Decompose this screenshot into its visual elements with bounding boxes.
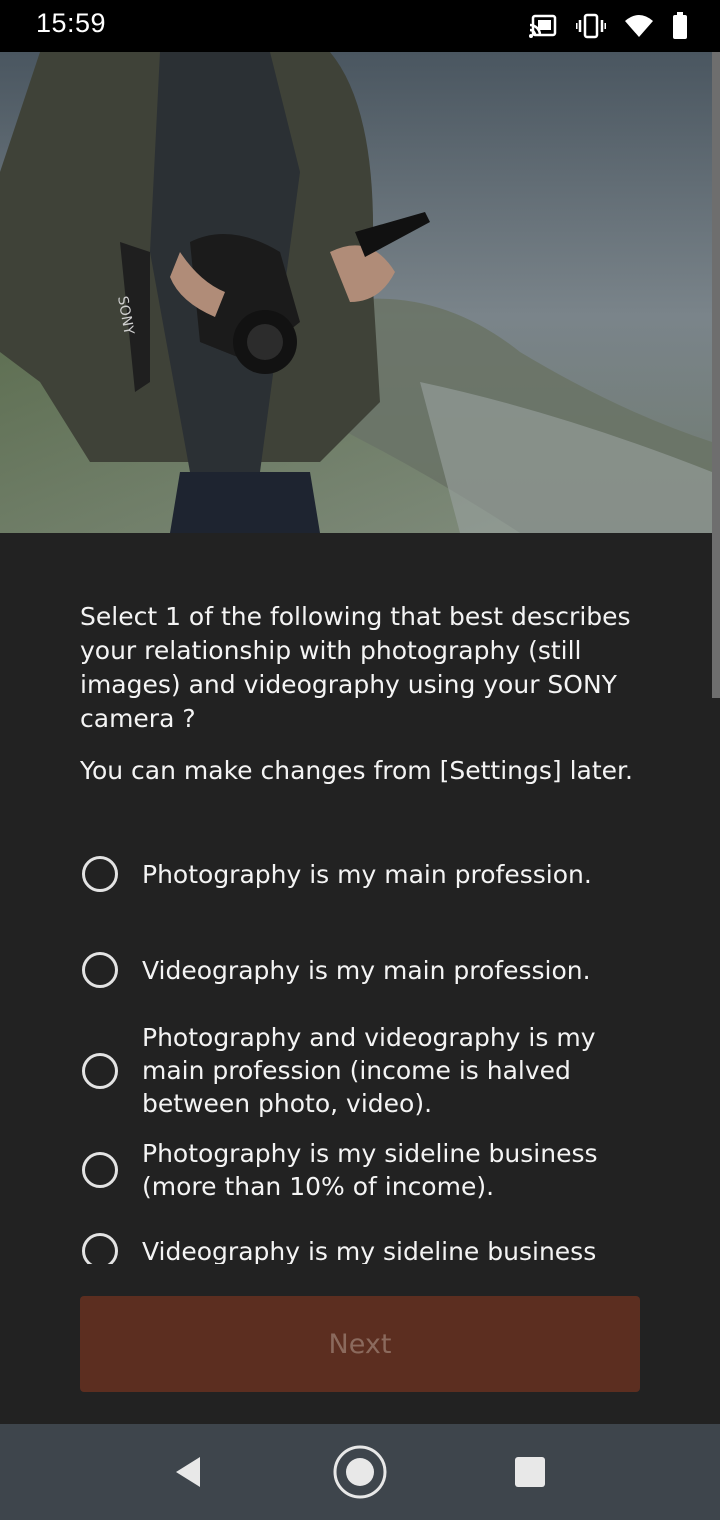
scrollbar[interactable]	[712, 52, 720, 698]
navigation-bar	[0, 1424, 720, 1520]
option-photo-video-main[interactable]: Photography and videography is my main p…	[82, 1021, 642, 1120]
photographer-holding-camera-image: SONY	[0, 52, 712, 533]
wifi-icon	[624, 13, 654, 39]
battery-icon	[672, 12, 688, 40]
cast-icon	[528, 13, 558, 39]
back-icon[interactable]	[160, 1444, 216, 1500]
question-text: Select 1 of the following that best desc…	[80, 602, 631, 733]
status-time: 15:59	[36, 8, 107, 38]
home-icon[interactable]	[332, 1444, 388, 1500]
hero-image: SONY	[0, 52, 712, 533]
radio-button[interactable]	[82, 1152, 118, 1188]
radio-button[interactable]	[82, 856, 118, 892]
question-section: Select 1 of the following that best desc…	[80, 600, 640, 788]
option-label: Videography is my main profession.	[142, 955, 591, 985]
option-videography-main[interactable]: Videography is my main profession.	[82, 952, 642, 988]
radio-button[interactable]	[82, 952, 118, 988]
options-list: Photography is my main profession. Video…	[0, 820, 712, 1264]
option-photography-main[interactable]: Photography is my main profession.	[82, 856, 642, 892]
vibrate-icon	[576, 13, 606, 39]
radio-button[interactable]	[82, 1052, 118, 1089]
option-label: Photography is my sideline business (mor…	[142, 1139, 598, 1201]
option-label: Videography is my sideline business	[142, 1236, 597, 1265]
recents-icon[interactable]	[502, 1444, 558, 1500]
status-bar: 15:59	[0, 0, 720, 52]
radio-button[interactable]	[82, 1233, 118, 1264]
status-icons	[528, 10, 688, 42]
hint-text: You can make changes from [Settings] lat…	[80, 756, 633, 785]
option-photography-sideline[interactable]: Photography is my sideline business (mor…	[82, 1137, 642, 1203]
option-videography-sideline[interactable]: Videography is my sideline business	[82, 1233, 642, 1264]
option-label: Photography and videography is my main p…	[142, 1023, 596, 1118]
next-button[interactable]: Next	[80, 1296, 640, 1392]
option-label: Photography is my main profession.	[142, 859, 592, 889]
